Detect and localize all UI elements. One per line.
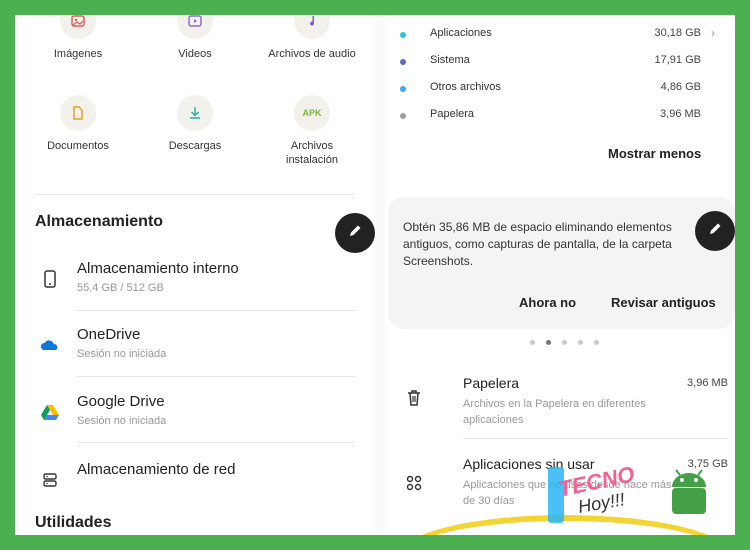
pager-dot [578, 340, 583, 345]
tool-desc: Archivos en la Papelera en diferentes ap… [463, 398, 646, 426]
document-icon [60, 95, 96, 131]
legend-dot [400, 113, 406, 119]
apk-icon: APK [294, 95, 330, 131]
review-old-button[interactable]: Revisar antiguos [611, 295, 716, 310]
cleanup-message: Obtén 35,86 MB de espacio eliminando ele… [403, 220, 672, 268]
phone-icon [39, 268, 61, 290]
legend-dot [400, 32, 406, 38]
server-icon [39, 469, 61, 491]
usage-row-system[interactable]: Sistema 17,91 GB [395, 54, 715, 74]
category-images[interactable]: Imágenes [23, 15, 133, 61]
chevron-right-icon: › [711, 26, 715, 40]
usage-row-trash[interactable]: Papelera 3,96 MB [395, 108, 715, 128]
storage-sub: Sesión no iniciada [77, 415, 167, 427]
not-now-button[interactable]: Ahora no [519, 295, 576, 310]
divider [77, 376, 355, 377]
storage-name: Google Drive [77, 393, 165, 410]
storage-section-title: Almacenamiento [35, 213, 164, 230]
category-label: Descargas [168, 140, 222, 152]
category-label: Imágenes [53, 48, 103, 60]
panel-separator [375, 15, 385, 535]
divider [35, 194, 355, 195]
edit-fab-left[interactable] [335, 213, 375, 253]
apk-badge: APK [302, 108, 322, 118]
category-audio[interactable]: Archivos de audio [257, 15, 367, 61]
storage-item-internal[interactable]: Almacenamiento interno 55,4 GB / 512 GB [35, 260, 355, 320]
storage-name: Almacenamiento de red [77, 461, 236, 478]
storage-sub: Sesión no iniciada [77, 348, 167, 360]
left-panel: Imágenes Videos Archivos de audio Docume… [15, 15, 375, 535]
usage-row-apps[interactable]: Aplicaciones 30,18 GB › [395, 26, 715, 47]
category-apk[interactable]: APK Archivos instalación [257, 95, 367, 167]
usage-row-other[interactable]: Otros archivos 4,86 GB [395, 81, 715, 101]
storage-name: OneDrive [77, 326, 141, 343]
legend-dot [400, 59, 406, 65]
storage-item-network[interactable]: Almacenamiento de red [35, 461, 355, 521]
legend-dot [400, 86, 406, 92]
storage-item-onedrive[interactable]: OneDrive Sesión no iniciada [35, 326, 355, 386]
usage-label: Papelera [430, 108, 475, 120]
edit-fab-right[interactable] [695, 211, 735, 251]
divider [463, 438, 728, 439]
pager-dot [594, 340, 599, 345]
category-label: Archivos de audio [268, 48, 356, 60]
tool-size: 3,96 MB [687, 377, 728, 389]
category-label: Videos [178, 48, 212, 60]
audio-icon [294, 15, 330, 39]
cleanup-suggestion-card: Obtén 35,86 MB de espacio eliminando ele… [388, 197, 735, 329]
onedrive-icon [39, 334, 61, 356]
category-videos[interactable]: Videos [140, 15, 250, 61]
image-icon [60, 15, 96, 39]
google-drive-icon [39, 401, 61, 423]
storage-item-google-drive[interactable]: Google Drive Sesión no iniciada [35, 393, 355, 453]
category-label: Archivos [290, 140, 334, 152]
usage-label: Sistema [430, 54, 470, 66]
trash-icon [403, 387, 425, 409]
tecnohoy-watermark: TECNO Hoy!!! [530, 455, 730, 530]
usage-value: 3,96 MB [660, 108, 701, 120]
pager-dot [562, 340, 567, 345]
storage-name: Almacenamiento interno [77, 260, 239, 277]
usage-label: Otros archivos [430, 81, 501, 93]
usage-value: 30,18 GB [654, 27, 701, 39]
category-label: Documentos [47, 140, 109, 152]
pager-dot [530, 340, 535, 345]
usage-label: Aplicaciones [430, 27, 492, 39]
category-label: instalación [286, 154, 338, 166]
download-icon [177, 95, 213, 131]
pager-dot-active [546, 340, 551, 345]
pencil-icon [347, 223, 363, 244]
usage-value: 17,91 GB [654, 54, 701, 66]
utilities-section-title: Utilidades [35, 514, 112, 531]
tool-name: Papelera [463, 375, 520, 391]
usage-value: 4,86 GB [660, 81, 701, 93]
card-pager-dots [530, 340, 599, 345]
apps-grid-icon [403, 472, 425, 494]
show-less-button[interactable]: Mostrar menos [608, 146, 701, 161]
pencil-icon [707, 221, 723, 242]
category-documents[interactable]: Documentos [23, 95, 133, 153]
divider [77, 310, 355, 311]
divider [77, 442, 355, 443]
category-downloads[interactable]: Descargas [140, 95, 250, 153]
storage-sub: 55,4 GB / 512 GB [77, 282, 164, 294]
video-icon [177, 15, 213, 39]
